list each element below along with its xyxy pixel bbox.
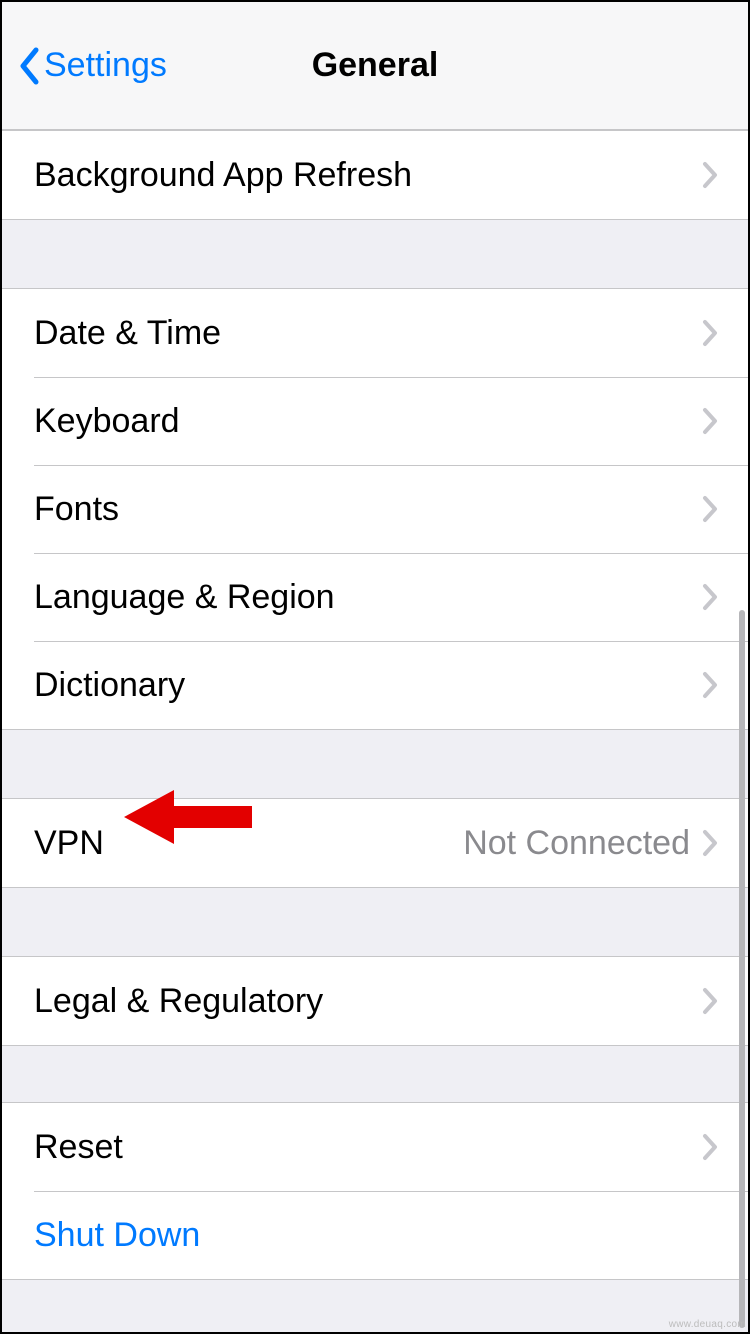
row-label: Fonts <box>34 490 702 529</box>
group-spacer <box>2 1046 748 1102</box>
back-button[interactable]: Settings <box>12 2 173 129</box>
group-spacer <box>2 220 748 288</box>
row-background-app-refresh[interactable]: Background App Refresh <box>2 131 748 219</box>
row-keyboard[interactable]: Keyboard <box>2 377 748 465</box>
row-vpn[interactable]: VPN Not Connected <box>2 799 748 887</box>
row-reset[interactable]: Reset <box>2 1103 748 1191</box>
group-vpn: VPN Not Connected <box>2 798 748 888</box>
group-bgrefresh: Background App Refresh <box>2 130 748 220</box>
chevron-right-icon <box>702 583 718 611</box>
row-fonts[interactable]: Fonts <box>2 465 748 553</box>
row-label: Dictionary <box>34 666 702 705</box>
row-label: Legal & Regulatory <box>34 982 702 1021</box>
row-label: Background App Refresh <box>34 156 702 195</box>
back-label: Settings <box>44 46 167 85</box>
row-label: Date & Time <box>34 314 702 353</box>
row-shut-down[interactable]: Shut Down <box>2 1191 748 1279</box>
row-language-region[interactable]: Language & Region <box>2 553 748 641</box>
row-label: Reset <box>34 1128 702 1167</box>
row-legal-regulatory[interactable]: Legal & Regulatory <box>2 957 748 1045</box>
scrollbar[interactable] <box>739 610 745 1328</box>
chevron-right-icon <box>702 987 718 1015</box>
chevron-right-icon <box>702 671 718 699</box>
group-spacer <box>2 888 748 956</box>
chevron-right-icon <box>702 161 718 189</box>
group-reset: Reset Shut Down <box>2 1102 748 1280</box>
navbar: Settings General <box>2 2 748 130</box>
chevron-right-icon <box>702 319 718 347</box>
page-title: General <box>312 46 439 85</box>
row-label: Shut Down <box>34 1216 718 1255</box>
watermark: www.deuaq.com <box>669 1319 746 1330</box>
row-date-time[interactable]: Date & Time <box>2 289 748 377</box>
chevron-right-icon <box>702 1133 718 1161</box>
chevron-right-icon <box>702 829 718 857</box>
chevron-right-icon <box>702 495 718 523</box>
row-label: Keyboard <box>34 402 702 441</box>
group-legal: Legal & Regulatory <box>2 956 748 1046</box>
row-detail: Not Connected <box>463 824 690 863</box>
row-label: Language & Region <box>34 578 702 617</box>
row-label: VPN <box>34 824 463 863</box>
chevron-left-icon <box>18 47 40 85</box>
chevron-right-icon <box>702 407 718 435</box>
row-dictionary[interactable]: Dictionary <box>2 641 748 729</box>
group-system: Date & Time Keyboard Fonts Language & Re… <box>2 288 748 730</box>
group-spacer <box>2 730 748 798</box>
